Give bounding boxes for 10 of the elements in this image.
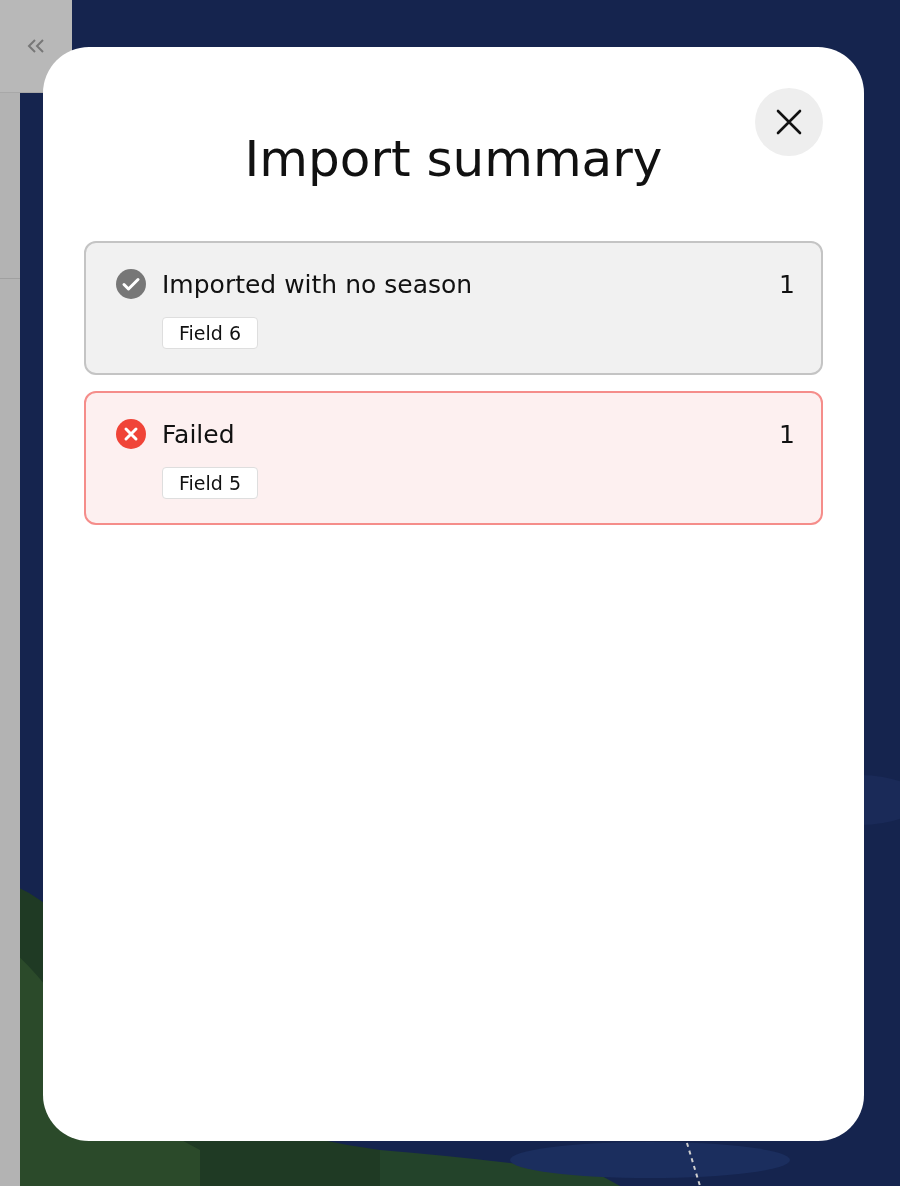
result-count: 1	[779, 419, 795, 449]
result-count: 1	[779, 269, 795, 299]
field-tag: Field 5	[162, 467, 258, 499]
close-icon	[776, 109, 802, 135]
result-label: Failed	[162, 419, 236, 449]
result-label: Imported with no season	[162, 269, 474, 299]
error-circle-icon	[116, 419, 146, 449]
field-tag: Field 6	[162, 317, 258, 349]
check-circle-icon	[116, 269, 146, 299]
dialog-title: Import summary	[244, 129, 663, 190]
